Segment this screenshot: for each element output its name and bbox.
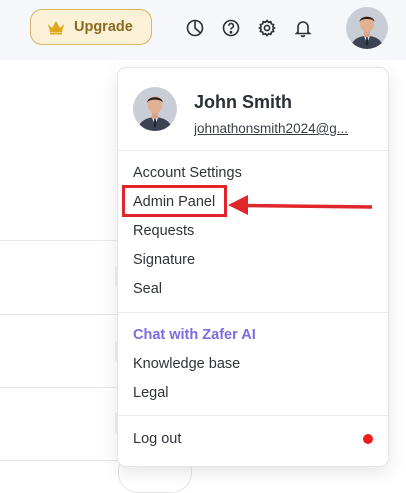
- crown-icon: [48, 21, 64, 35]
- top-bar: Upgrade: [0, 0, 406, 60]
- avatar[interactable]: [346, 7, 388, 49]
- user-name: John Smith: [194, 92, 292, 112]
- menu-item-chat-ai[interactable]: Chat with Zafer AI: [133, 327, 256, 343]
- bell-icon[interactable]: [293, 18, 313, 38]
- menu-item-legal[interactable]: Legal: [133, 385, 168, 401]
- notification-dot: [363, 434, 373, 444]
- settings-icon[interactable]: [257, 18, 277, 38]
- content-divider: [0, 387, 118, 388]
- menu-divider: [118, 415, 388, 416]
- menu-item-requests[interactable]: Requests: [133, 223, 194, 239]
- menu-item-signature[interactable]: Signature: [133, 252, 195, 268]
- upgrade-button[interactable]: Upgrade: [30, 9, 152, 45]
- content-divider: [0, 314, 118, 315]
- avatar: [133, 87, 177, 131]
- menu-divider: [118, 150, 388, 151]
- upgrade-label: Upgrade: [74, 19, 133, 35]
- content-divider: [0, 240, 118, 241]
- menu-item-account-settings[interactable]: Account Settings: [133, 165, 242, 181]
- admin-panel-highlight: [122, 185, 227, 217]
- pie-chart-icon[interactable]: [185, 18, 205, 38]
- user-menu-dropdown: John Smith johnathonsmith2024@g... Accou…: [117, 67, 389, 467]
- annotation-arrow-icon: [228, 195, 373, 215]
- menu-item-knowledge-base[interactable]: Knowledge base: [133, 356, 240, 372]
- menu-item-logout[interactable]: Log out: [133, 431, 181, 447]
- menu-divider: [118, 312, 388, 313]
- content-divider: [0, 460, 118, 461]
- user-email[interactable]: johnathonsmith2024@g...: [194, 121, 374, 136]
- menu-item-seal[interactable]: Seal: [133, 281, 162, 297]
- help-icon[interactable]: [221, 18, 241, 38]
